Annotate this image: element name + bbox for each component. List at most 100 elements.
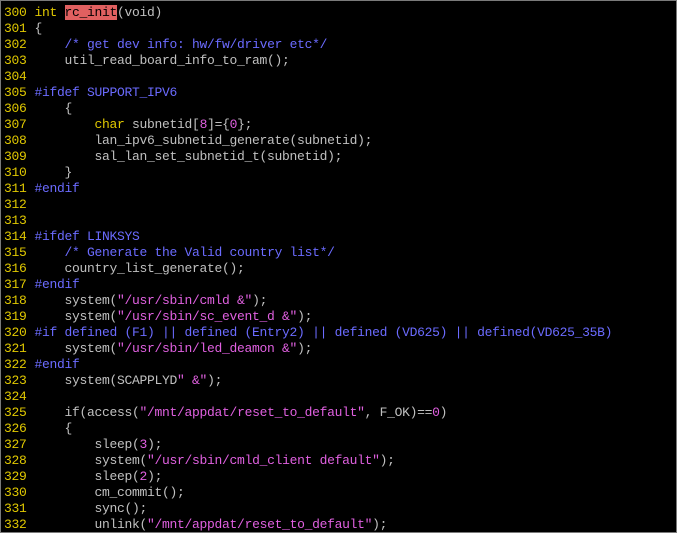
code-token: sal_lan_set_subnetid_t(subnetid); [34,149,343,164]
string-token: "/usr/sbin/led_deamon &" [117,341,298,356]
line-number: 319 [4,309,27,324]
code-token: sync(); [34,501,148,516]
code-line: 305 #ifdef SUPPORT_IPV6 [4,85,676,101]
code-token: }; [237,117,253,132]
code-token: } [34,165,73,180]
code-token: ); [207,373,223,388]
code-token: { [34,421,73,436]
line-number: 312 [4,197,27,212]
line-number: 306 [4,101,27,116]
keyword-token: char [94,117,125,132]
code-token: system( [34,453,148,468]
code-line: 311 #endif [4,181,676,197]
code-token: { [34,101,73,116]
code-area[interactable]: 300 int rc_init(void) 301 {302 /* get dev i… [4,5,676,532]
code-line: 312 [4,197,676,213]
code-line: 309 sal_lan_set_subnetid_t(subnetid); [4,149,676,165]
code-token: ]={ [207,117,230,132]
line-number: 331 [4,501,27,516]
preprocessor-token: #endif [34,357,80,372]
line-number: 325 [4,405,27,420]
line-number: 324 [4,389,27,404]
line-number: 326 [4,421,27,436]
code-token: subnetid[ [124,117,200,132]
number-token: 0 [229,117,238,132]
search-highlight: rc_init [64,5,118,20]
terminal-editor-window[interactable]: 300 int rc_init(void) 301 {302 /* get dev i… [0,0,677,533]
code-token: ); [147,469,163,484]
keyword-token: int [34,5,65,20]
code-line: 303 util_read_board_info_to_ram(); [4,53,676,69]
code-line: 300 int rc_init(void) [4,5,676,21]
comment-token: /* Generate the Valid country list*/ [64,245,335,260]
code-line: 301 { [4,21,676,37]
preprocessor-token: #endif [34,277,80,292]
code-line: 323 system(SCAPPLYD" &"); [4,373,676,389]
line-number: 317 [4,277,27,292]
line-number: 320 [4,325,27,340]
code-line: 315 /* Generate the Valid country list*/ [4,245,676,261]
code-line: 316 country_list_generate(); [4,261,676,277]
line-number: 321 [4,341,27,356]
line-number: 310 [4,165,27,180]
code-token: { [34,21,43,36]
code-token: ); [252,293,268,308]
line-number: 332 [4,517,27,532]
code-token: unlink( [34,517,148,532]
code-line: 319 system("/usr/sbin/sc_event_d &"); [4,309,676,325]
line-number: 311 [4,181,27,196]
code-line: 314 #ifdef LINKSYS [4,229,676,245]
code-token: , F_OK)== [364,405,433,420]
code-line: 317 #endif [4,277,676,293]
line-number: 303 [4,53,27,68]
code-line: 313 [4,213,676,229]
code-token: (void) [117,5,163,20]
line-number: 304 [4,69,27,84]
code-token: system(SCAPPLYD [34,373,178,388]
code-token: if(access( [34,405,140,420]
line-number: 322 [4,357,27,372]
code-line: 330 cm_commit(); [4,485,676,501]
string-token: "/mnt/appdat/reset_to_default" [139,405,365,420]
line-number: 329 [4,469,27,484]
code-line: 321 system("/usr/sbin/led_deamon &"); [4,341,676,357]
code-token: ); [297,309,313,324]
code-token: util_read_board_info_to_ram(); [34,53,290,68]
code-line: 308 lan_ipv6_subnetid_generate(subnetid)… [4,133,676,149]
string-token: "/usr/sbin/cmld &" [117,293,253,308]
number-token: 2 [139,469,148,484]
line-number: 318 [4,293,27,308]
string-token: " &" [177,373,208,388]
code-token: cm_commit(); [34,485,185,500]
string-token: "/usr/sbin/sc_event_d &" [117,309,298,324]
code-token: sleep( [34,437,140,452]
line-number: 323 [4,373,27,388]
code-token: ) [439,405,448,420]
code-line: 302 /* get dev info: hw/fw/driver etc*/ [4,37,676,53]
code-line: 318 system("/usr/sbin/cmld &"); [4,293,676,309]
code-line: 331 sync(); [4,501,676,517]
line-number: 302 [4,37,27,52]
line-number: 300 [4,5,27,20]
code-line: 329 sleep(2); [4,469,676,485]
code-token: ); [372,517,388,532]
preprocessor-token: #ifdef LINKSYS [34,229,140,244]
line-number: 330 [4,485,27,500]
comment-token: /* get dev info: hw/fw/driver etc*/ [64,37,328,52]
code-line: 332 unlink("/mnt/appdat/reset_to_default… [4,517,676,532]
code-line: 310 } [4,165,676,181]
preprocessor-token: #endif [34,181,80,196]
line-number: 301 [4,21,27,36]
line-number: 313 [4,213,27,228]
code-token: ); [379,453,395,468]
code-line: 306 { [4,101,676,117]
code-line: 324 [4,389,676,405]
code-token: country_list_generate(); [34,261,245,276]
line-number: 328 [4,453,27,468]
code-line: 328 system("/usr/sbin/cmld_client defaul… [4,453,676,469]
number-token: 8 [199,117,208,132]
code-token: sleep( [34,469,140,484]
line-number: 327 [4,437,27,452]
